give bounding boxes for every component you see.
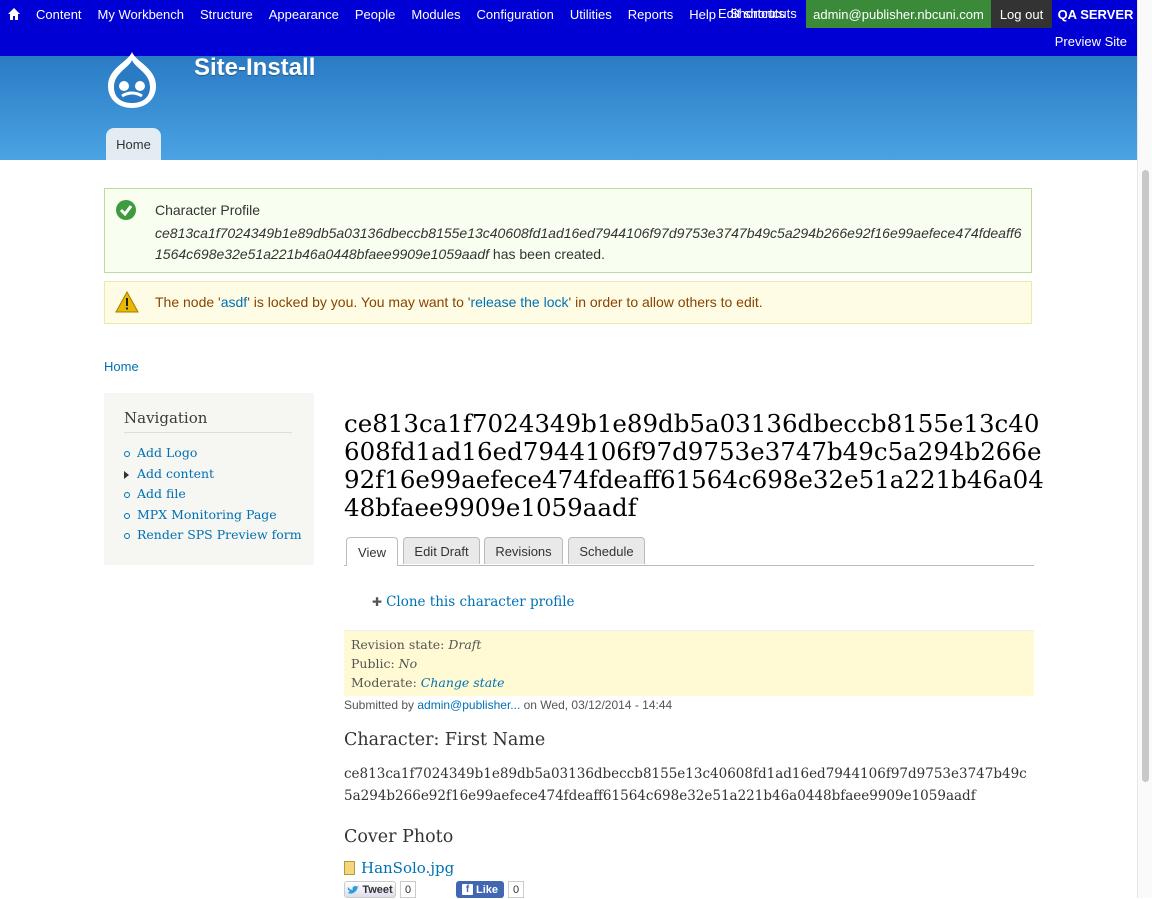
revision-state-row: Revision state: Draft: [351, 637, 481, 652]
user-account-link[interactable]: admin@publisher.nbcuni.com: [806, 0, 991, 28]
status-title: Character Profile: [155, 202, 261, 218]
checkmark-icon: [115, 199, 137, 224]
tab-view[interactable]: View: [346, 537, 398, 566]
menu-appearance[interactable]: Appearance: [261, 7, 347, 22]
clone-link[interactable]: Clone this character profile: [386, 594, 574, 610]
bullet-icon: [124, 492, 130, 498]
shortcuts-link[interactable]: Shortcuts: [730, 6, 785, 21]
tweet-count: 0: [400, 881, 417, 898]
sidebar-title: Navigation: [124, 409, 208, 427]
sidebar-item-render-sps: Render SPS Preview form: [124, 527, 302, 548]
logout-button[interactable]: Log out: [991, 0, 1052, 28]
drupal-logo-icon[interactable]: [100, 50, 164, 115]
sidebar-link-add-content[interactable]: Add content: [137, 466, 214, 481]
submitted-prefix: Submitted by: [344, 698, 418, 712]
server-label: QA SERVER: [1057, 6, 1134, 22]
public-value: No: [398, 656, 418, 671]
status-text: ce813ca1f7024349b1e89db5a03136dbeccb8155…: [155, 223, 1025, 265]
sidebar-link-mpx-monitoring[interactable]: MPX Monitoring Page: [137, 507, 277, 522]
sidebar-item-add-content: Add content: [124, 466, 302, 487]
tweet-widget: Tweet 0: [344, 881, 417, 899]
collapsed-arrow-icon[interactable]: [124, 470, 129, 479]
sidebar-link-add-logo[interactable]: Add Logo: [137, 445, 197, 460]
submitted-date: on Wed, 03/12/2014 - 14:44: [520, 698, 673, 712]
facebook-icon: f: [461, 884, 473, 895]
tweet-label: Tweet: [362, 883, 393, 896]
sidebar-item-mpx-monitoring: MPX Monitoring Page: [124, 507, 302, 528]
release-lock-link[interactable]: release the lock: [470, 294, 568, 310]
revision-state-value: Draft: [448, 637, 482, 652]
menu-utilities[interactable]: Utilities: [562, 7, 620, 22]
plus-icon: ✚: [372, 595, 383, 609]
change-state-link[interactable]: Change state: [421, 675, 505, 690]
breadcrumb: Home: [104, 359, 139, 374]
sidebar-divider: [124, 432, 292, 433]
status-suffix: has been created.: [489, 246, 605, 262]
first-name-value: ce813ca1f7024349b1e89db5a03136dbeccb8155…: [344, 766, 1027, 804]
like-count: 0: [508, 881, 525, 898]
like-button[interactable]: f Like: [456, 881, 504, 898]
menu-reports[interactable]: Reports: [620, 7, 682, 22]
page-scrollbar[interactable]: [1137, 0, 1152, 898]
breadcrumb-home[interactable]: Home: [104, 359, 139, 374]
sidebar-link-add-file[interactable]: Add file: [137, 486, 186, 501]
menu-people[interactable]: People: [347, 7, 403, 22]
sidebar-item-add-file: Add file: [124, 486, 302, 507]
clone-action: ✚ Clone this character profile: [372, 594, 575, 610]
sidebar-link-render-sps[interactable]: Render SPS Preview form: [137, 527, 302, 542]
moderate-label: Moderate:: [351, 675, 421, 690]
sidebar-menu: Add Logo Add content Add file MPX Monito…: [124, 445, 302, 548]
warning-middle: ' is locked by you. You may want to ': [247, 294, 471, 310]
admin-menu: Content My Workbench Structure Appearanc…: [0, 0, 724, 28]
warning-suffix: ' in order to allow others to edit.: [568, 294, 763, 310]
tweet-button[interactable]: Tweet: [344, 881, 396, 898]
menu-structure[interactable]: Structure: [192, 7, 261, 22]
author-link[interactable]: admin@publisher...: [417, 698, 520, 712]
site-name[interactable]: Site-Install: [194, 54, 315, 82]
warning-message: The node 'asdf' is locked by you. You ma…: [104, 281, 1032, 324]
like-label: Like: [475, 883, 498, 896]
preview-site-link[interactable]: Preview Site: [1055, 34, 1127, 49]
tab-edit-draft[interactable]: Edit Draft: [403, 537, 480, 564]
sidebar-item-add-logo: Add Logo: [124, 445, 302, 466]
local-tabs: View Edit Draft Revisions Schedule: [344, 537, 1034, 566]
public-label: Public:: [351, 656, 399, 671]
like-widget: f Like 0: [456, 881, 525, 899]
tab-revisions[interactable]: Revisions: [484, 537, 563, 564]
tab-home[interactable]: Home: [106, 128, 161, 160]
first-name-label: Character: First Name: [344, 730, 546, 750]
scrollbar-thumb[interactable]: [1142, 170, 1149, 782]
home-icon[interactable]: [0, 0, 28, 28]
revision-state-label: Revision state:: [351, 637, 449, 652]
cover-photo-file: HanSolo.jpg: [344, 859, 454, 877]
cover-photo-label: Cover Photo: [344, 827, 454, 847]
submitted-info: Submitted by admin@publisher... on Wed, …: [344, 698, 672, 712]
admin-toolbar: Content My Workbench Structure Appearanc…: [0, 0, 1137, 56]
warning-prefix: The node ': [155, 294, 221, 310]
bullet-icon: [124, 512, 130, 519]
site-header: Site-Install Home: [0, 52, 1137, 160]
status-message: Character Profile ce813ca1f7024349b1e89d…: [104, 188, 1032, 273]
twitter-bird-icon: [348, 885, 360, 894]
sidebar-navigation: Navigation Add Logo Add content Add file…: [104, 393, 314, 565]
cover-photo-link[interactable]: HanSolo.jpg: [361, 859, 454, 877]
bullet-icon: [124, 533, 130, 539]
page-title: ce813ca1f7024349b1e89db5a03136dbeccb8155…: [344, 409, 1044, 522]
workbench-info-block: Revision state: Draft Public: No Moderat…: [344, 630, 1034, 696]
warning-icon: [115, 290, 139, 316]
tab-schedule[interactable]: Schedule: [568, 537, 645, 564]
menu-content[interactable]: Content: [28, 7, 90, 22]
warning-text: The node 'asdf' is locked by you. You ma…: [155, 294, 763, 310]
menu-configuration[interactable]: Configuration: [469, 7, 562, 22]
public-row: Public: No: [351, 656, 417, 671]
menu-my-workbench[interactable]: My Workbench: [90, 7, 192, 22]
image-file-icon: [344, 861, 355, 875]
node-link[interactable]: asdf: [221, 294, 247, 310]
moderate-row: Moderate: Change state: [351, 675, 505, 690]
menu-modules[interactable]: Modules: [403, 7, 468, 22]
bullet-icon: [124, 451, 130, 457]
